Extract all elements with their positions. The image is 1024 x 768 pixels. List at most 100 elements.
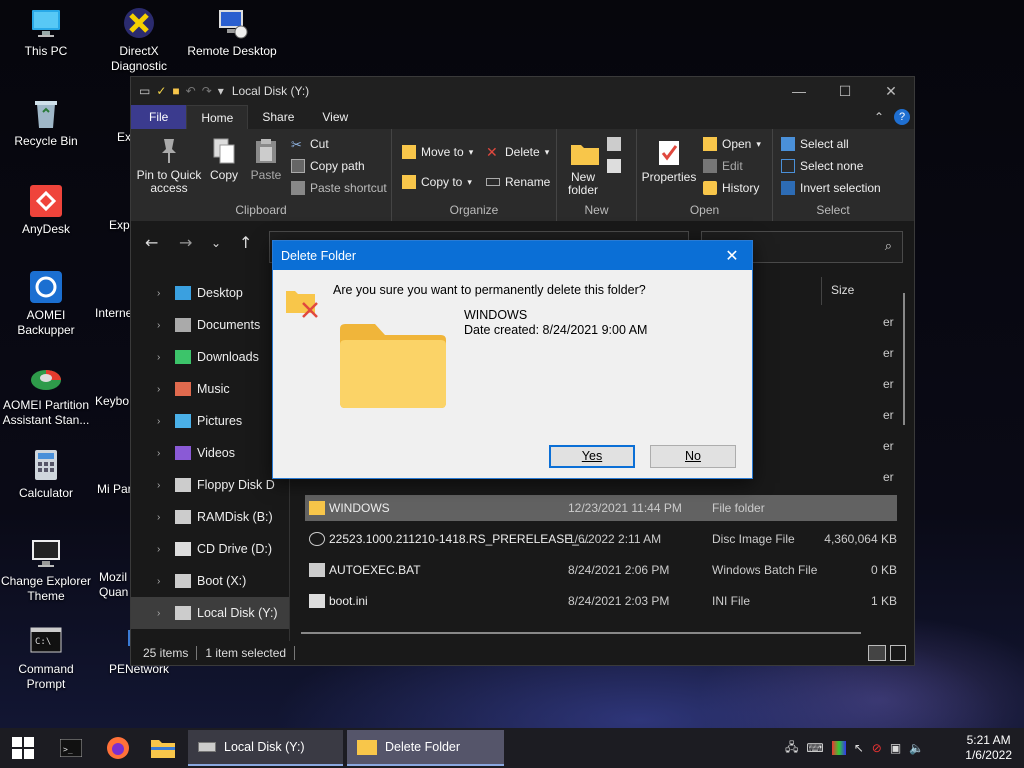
nav-item[interactable]: › Pictures bbox=[131, 405, 289, 437]
customize-toolbar-icon[interactable]: ▾ bbox=[218, 84, 224, 98]
select-none-button[interactable]: Select none bbox=[781, 159, 863, 173]
expand-chevron-icon[interactable]: › bbox=[157, 576, 165, 587]
tab-file[interactable]: File bbox=[131, 105, 187, 129]
properties-button[interactable]: Properties bbox=[641, 139, 697, 184]
expand-chevron-icon[interactable]: › bbox=[157, 608, 165, 619]
delete-button[interactable]: ✕ Delete ▾ bbox=[486, 145, 549, 159]
help-icon[interactable]: ? bbox=[894, 109, 910, 125]
undo-icon[interactable]: ↶ bbox=[186, 84, 196, 98]
navigation-pane[interactable]: › Desktop › Documents › Downloads › Music › Pictu… bbox=[131, 277, 289, 642]
network-tray-icon[interactable]: 🖧 bbox=[785, 738, 798, 759]
expand-chevron-icon[interactable]: › bbox=[157, 384, 165, 395]
nav-item[interactable]: › CD Drive (D:) bbox=[131, 533, 289, 565]
taskbar-firefox[interactable] bbox=[106, 728, 130, 768]
file-row[interactable]: AUTOEXEC.BAT 8/24/2021 2:06 PM Windows Bat… bbox=[305, 557, 897, 583]
vertical-scrollbar[interactable] bbox=[903, 293, 905, 425]
file-row[interactable]: 22523.1000.211210-1418.RS_PRERELEASE_...… bbox=[305, 526, 897, 552]
properties-icon[interactable]: ✓ bbox=[156, 84, 166, 98]
color-tray-icon[interactable] bbox=[831, 741, 846, 755]
move-to-button[interactable]: Move to ▾ bbox=[402, 145, 473, 159]
file-row[interactable]: boot.ini 8/24/2021 2:03 PM INI File 1 KB bbox=[305, 588, 897, 614]
desktop-icon-command-prompt[interactable]: C:\ Command Prompt bbox=[0, 624, 92, 692]
file-row[interactable]: WINDOWS 12/23/2021 11:44 PM File folder bbox=[305, 495, 897, 521]
mute-volume-icon[interactable]: 🔈 bbox=[909, 741, 924, 755]
horizontal-scrollbar[interactable] bbox=[301, 632, 861, 634]
expand-chevron-icon[interactable]: › bbox=[157, 448, 165, 459]
desktop-icon-this-pc[interactable]: This PC bbox=[0, 6, 92, 59]
desktop-icon-partial-expl[interactable]: Expl bbox=[93, 184, 133, 233]
expand-chevron-icon[interactable]: › bbox=[157, 320, 165, 331]
copy-to-button[interactable]: Copy to ▾ bbox=[402, 175, 472, 189]
desktop-icon-calculator[interactable]: Calculator bbox=[0, 448, 92, 501]
taskbar-file-explorer[interactable] bbox=[150, 728, 176, 768]
minimize-icon[interactable]: — bbox=[776, 83, 822, 100]
recent-locations-chevron-icon[interactable]: ⌄ bbox=[211, 236, 221, 250]
delete-folder-dialog[interactable]: Delete Folder ✕ Are you sure you want to… bbox=[272, 240, 753, 479]
start-button[interactable] bbox=[12, 728, 34, 768]
taskbar-task-local-disk[interactable]: Local Disk (Y:) bbox=[188, 730, 343, 766]
desktop-icon-partial-internet[interactable]: Interne bbox=[93, 272, 133, 321]
select-all-button[interactable]: Select all bbox=[781, 137, 849, 151]
nav-item[interactable]: › Desktop bbox=[131, 277, 289, 309]
forward-arrow-icon[interactable]: → bbox=[179, 233, 192, 252]
yes-button[interactable]: Yes bbox=[549, 445, 635, 468]
usb-removed-tray-icon[interactable]: ⊘ bbox=[872, 741, 882, 755]
close-icon[interactable]: ✕ bbox=[868, 83, 914, 100]
keyboard-tray-icon[interactable]: ⌨ bbox=[806, 741, 823, 755]
new-item-button[interactable] bbox=[607, 137, 621, 151]
tab-share[interactable]: Share bbox=[248, 105, 308, 129]
expand-chevron-icon[interactable]: › bbox=[157, 416, 165, 427]
paste-button[interactable]: Paste bbox=[247, 137, 285, 182]
desktop-icon-partial-mozilla[interactable]: Mozil Quan bbox=[93, 536, 133, 600]
nav-item[interactable]: › Floppy Disk D bbox=[131, 469, 289, 501]
pointer-tray-icon[interactable]: ↖ bbox=[854, 741, 864, 755]
desktop-icon-partial-keyboard[interactable]: Keybo bbox=[93, 360, 133, 409]
nav-item[interactable]: › Boot (X:) bbox=[131, 565, 289, 597]
desktop-icon-aomei-backupper[interactable]: AOMEI Backupper bbox=[0, 270, 92, 338]
expand-chevron-icon[interactable]: › bbox=[157, 480, 165, 491]
tab-view[interactable]: View bbox=[308, 105, 362, 129]
back-arrow-icon[interactable]: ← bbox=[145, 233, 158, 252]
system-clock[interactable]: 5:21 AM 1/6/2022 bbox=[965, 733, 1012, 763]
rename-button[interactable]: Rename bbox=[486, 175, 550, 189]
title-bar[interactable]: ▭ ✓ ■ ↶ ↷ ▾ Local Disk (Y:) — ☐ ✕ bbox=[131, 77, 914, 105]
desktop-icon-partial-ex[interactable]: Ex bbox=[93, 96, 133, 145]
expand-chevron-icon[interactable]: › bbox=[157, 288, 165, 299]
desktop-icon-partial-minitool[interactable]: Mi Partiti bbox=[93, 448, 144, 497]
redo-icon[interactable]: ↷ bbox=[202, 84, 212, 98]
copy-path-button[interactable]: Copy path bbox=[291, 159, 365, 173]
paste-shortcut-button[interactable]: Paste shortcut bbox=[291, 181, 387, 195]
expand-chevron-icon[interactable]: › bbox=[157, 512, 165, 523]
edit-button[interactable]: Edit bbox=[703, 159, 743, 173]
collapse-ribbon-icon[interactable]: ⌃ bbox=[874, 110, 884, 124]
large-icons-view-icon[interactable] bbox=[890, 645, 906, 661]
expand-chevron-icon[interactable]: › bbox=[157, 544, 165, 555]
cut-button[interactable]: ✂ Cut bbox=[291, 137, 329, 152]
desktop-icon-anydesk[interactable]: AnyDesk bbox=[0, 184, 92, 237]
column-header-size[interactable]: Size bbox=[831, 283, 854, 297]
nav-item[interactable]: › Music bbox=[131, 373, 289, 405]
no-button[interactable]: No bbox=[650, 445, 736, 468]
easy-access-button[interactable] bbox=[607, 159, 621, 173]
copy-button[interactable]: Copy bbox=[206, 137, 242, 182]
expand-chevron-icon[interactable]: › bbox=[157, 352, 165, 363]
new-folder-button[interactable]: New folder bbox=[563, 139, 603, 197]
tab-home[interactable]: Home bbox=[186, 105, 249, 129]
desktop-icon-change-explorer-theme[interactable]: Change Explorer Theme bbox=[0, 536, 92, 604]
folder-icon[interactable]: ■ bbox=[172, 84, 179, 98]
details-view-icon[interactable] bbox=[868, 645, 886, 661]
nav-item[interactable]: › Local Disk (Y:) bbox=[131, 597, 289, 629]
close-icon[interactable]: ✕ bbox=[712, 246, 752, 266]
nav-item[interactable]: › Documents bbox=[131, 309, 289, 341]
taskbar-command-prompt[interactable]: >_ bbox=[60, 728, 82, 768]
up-arrow-icon[interactable]: ↑ bbox=[239, 233, 252, 252]
dialog-title-bar[interactable]: Delete Folder ✕ bbox=[273, 241, 752, 270]
maximize-icon[interactable]: ☐ bbox=[822, 83, 868, 100]
nav-item[interactable]: › Videos bbox=[131, 437, 289, 469]
desktop-icon-recycle-bin[interactable]: Recycle Bin bbox=[0, 96, 92, 149]
nav-item[interactable]: › Downloads bbox=[131, 341, 289, 373]
display-tray-icon[interactable]: ▣ bbox=[890, 741, 901, 755]
desktop-icon-remote-desktop[interactable]: Remote Desktop bbox=[186, 6, 278, 59]
column-divider[interactable] bbox=[821, 277, 822, 305]
pin-quick-access-button[interactable]: Pin to Quick access bbox=[136, 137, 202, 195]
